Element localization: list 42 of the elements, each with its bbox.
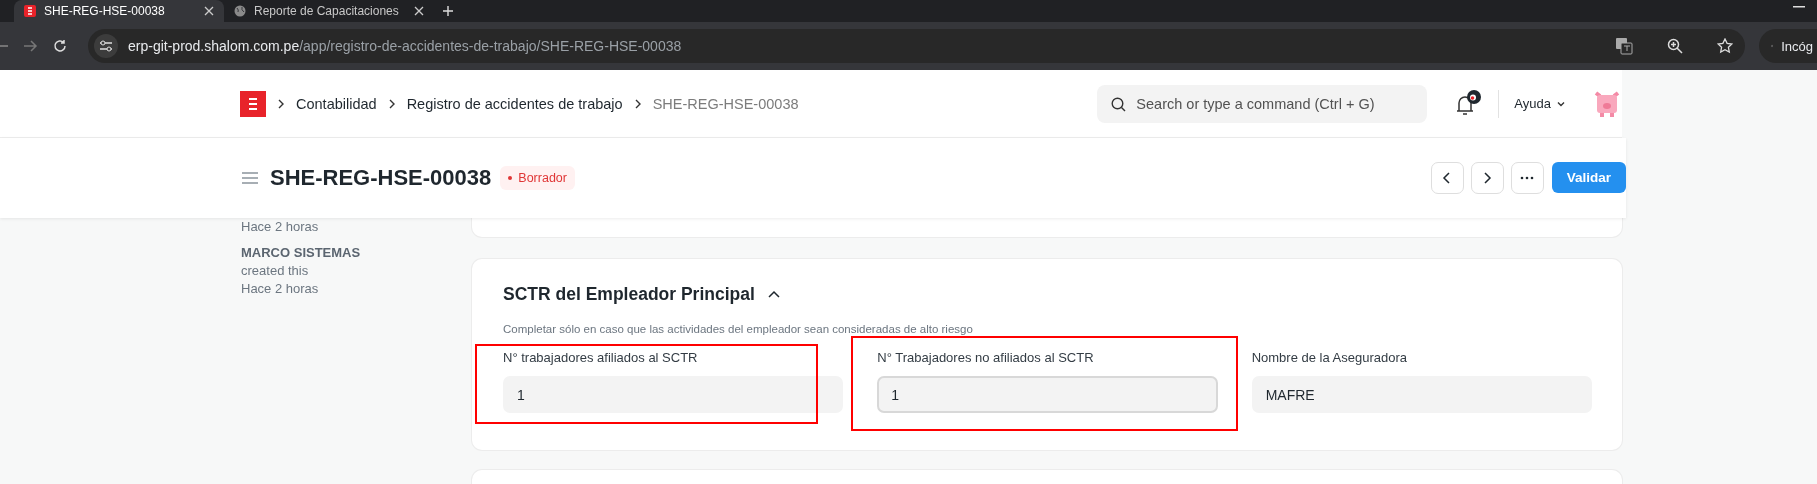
app-logo-icon (24, 5, 36, 17)
zoom-in-icon[interactable] (1667, 38, 1683, 54)
previous-button[interactable] (1430, 162, 1464, 194)
browser-tab[interactable]: Reporte de Capacitaciones (224, 0, 434, 22)
globe-icon (234, 5, 246, 17)
breadcrumb-link[interactable]: Contabilidad (296, 95, 377, 112)
input-field[interactable]: 1 (503, 376, 844, 413)
timeline-text: Hace 2 horas (241, 218, 320, 236)
more-icon (1520, 176, 1535, 180)
browser-tab[interactable]: SHE-REG-HSE-00038 (14, 0, 224, 22)
search-field[interactable]: Search or type a command (Ctrl + G) (1097, 84, 1428, 123)
input-field[interactable]: 1 (877, 376, 1218, 413)
section-title[interactable]: SCTR del Empleador Principal (503, 283, 755, 305)
next-button[interactable] (1470, 162, 1504, 194)
chevron-up-icon[interactable] (766, 289, 781, 299)
close-icon[interactable] (204, 6, 214, 16)
field-label: N° Trabajadores no afiliados al SCTR (877, 350, 1095, 366)
document-title: SHE-REG-HSE-00038 (270, 165, 492, 191)
breadcrumb-link[interactable]: SHE-REG-HSE-00038 (652, 95, 799, 112)
field-label: Nombre de la Aseguradora (1251, 350, 1409, 366)
chevron-right-icon (1481, 172, 1494, 184)
address-bar[interactable]: erp-git-prod.shalom.com.pe/app/registro-de-accidentes-de-trabajo/SHE-REG-HSE-00038 (88, 29, 1745, 63)
url-text: erp-git-prod.shalom.com.pe/app/registro-de-accidentes-de-trabajo/SHE-REG-HSE-00038 (128, 38, 682, 54)
reload-icon[interactable] (52, 38, 68, 54)
app-logo-icon[interactable] (240, 90, 266, 117)
help-menu[interactable]: Ayuda (1514, 96, 1566, 111)
incognito-profile-button[interactable]: Incóg (1759, 29, 1817, 63)
new-tab-icon[interactable] (442, 5, 454, 17)
close-icon[interactable] (414, 6, 424, 16)
field-label: N° trabajadores afiliados al SCTR (503, 350, 699, 366)
search-icon (1111, 96, 1127, 112)
timeline-text: Hace 2 horas (241, 280, 320, 298)
section-description: Completar sólo en caso que las actividades del empleador sean consideradas de alto riesgo (503, 323, 974, 335)
forward-arrow-icon[interactable] (22, 38, 38, 54)
timeline-text: MARCO SISTEMAS created this (241, 244, 362, 280)
translate-icon[interactable] (1615, 37, 1633, 55)
site-settings-icon (99, 39, 113, 53)
status-badge: Borrador (500, 166, 575, 190)
star-icon[interactable] (1717, 38, 1733, 54)
breadcrumb-link[interactable]: Registro de accidentes de trabajo (406, 95, 623, 112)
input-field[interactable]: MAFRE (1251, 376, 1592, 413)
minimize-icon[interactable] (1793, 6, 1805, 8)
